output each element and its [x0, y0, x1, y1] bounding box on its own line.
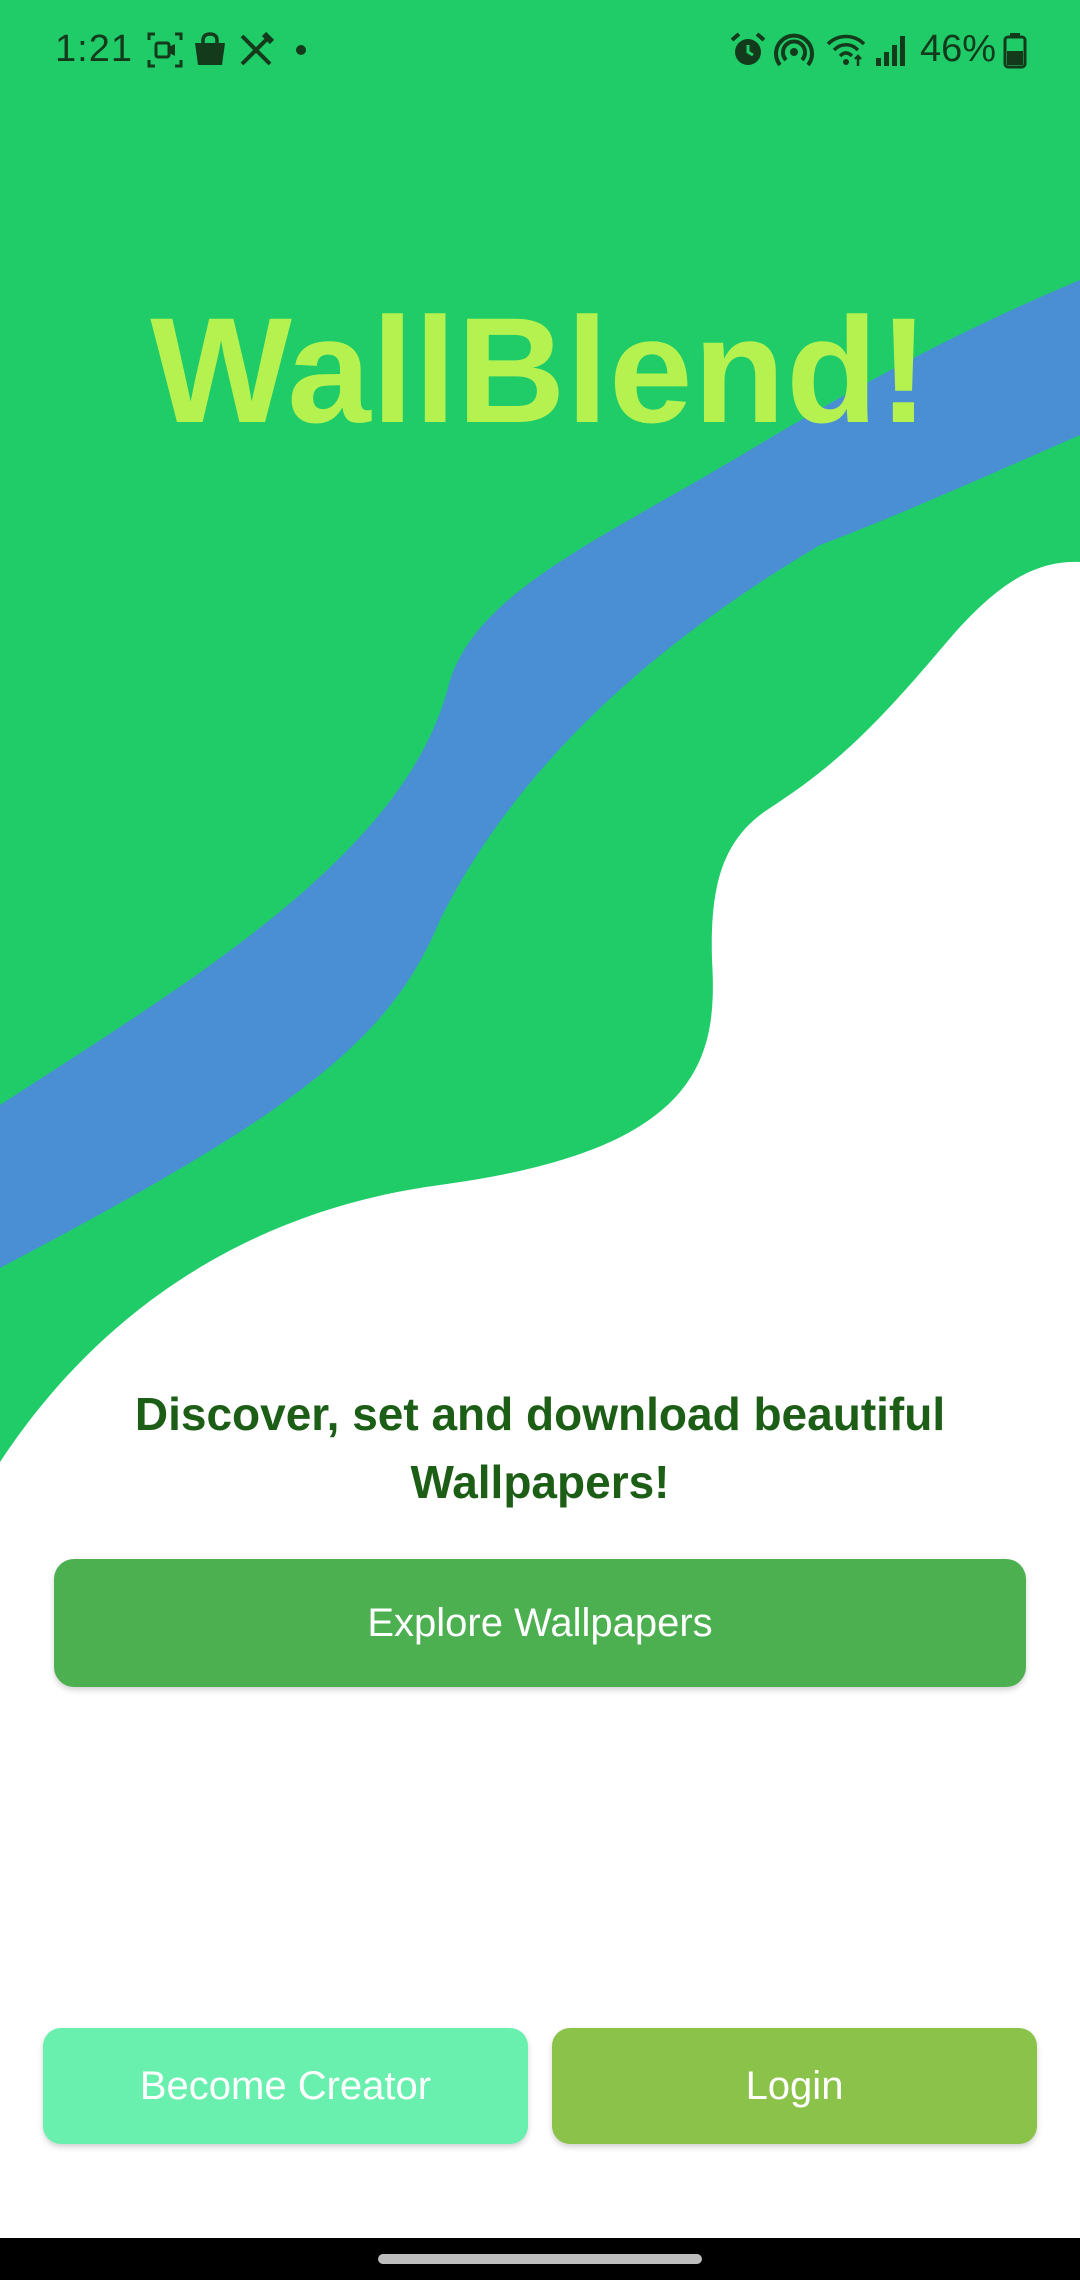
tools-icon — [240, 31, 275, 66]
welcome-screen: 1:21 46% WallBlend! Discover, set and do… — [0, 0, 1080, 2280]
tagline-text: Discover, set and download beautiful Wal… — [134, 1388, 946, 1508]
become-creator-label: Become Creator — [139, 2063, 432, 2108]
notification-dot-icon — [296, 45, 306, 55]
explore-wallpapers-label: Explore Wallpapers — [367, 1600, 713, 1645]
navigation-bar — [0, 2238, 1080, 2280]
status-bar: 1:21 46% — [0, 0, 1080, 100]
app-title: WallBlend! — [150, 286, 930, 454]
login-button[interactable]: Login — [552, 2028, 1037, 2144]
home-indicator[interactable] — [378, 2254, 702, 2264]
battery-percentage: 46% — [920, 28, 997, 70]
login-label: Login — [745, 2063, 844, 2108]
wifi-icon — [826, 34, 866, 66]
explore-wallpapers-button[interactable]: Explore Wallpapers — [54, 1559, 1026, 1687]
become-creator-button[interactable]: Become Creator — [43, 2028, 528, 2144]
shopping-bag-icon — [195, 32, 225, 65]
battery-icon — [1003, 33, 1027, 69]
hotspot-icon — [774, 33, 814, 67]
screen-record-icon — [147, 32, 183, 68]
alarm-icon — [730, 32, 766, 65]
signal-icon — [876, 36, 905, 66]
status-time: 1:21 — [55, 28, 133, 70]
